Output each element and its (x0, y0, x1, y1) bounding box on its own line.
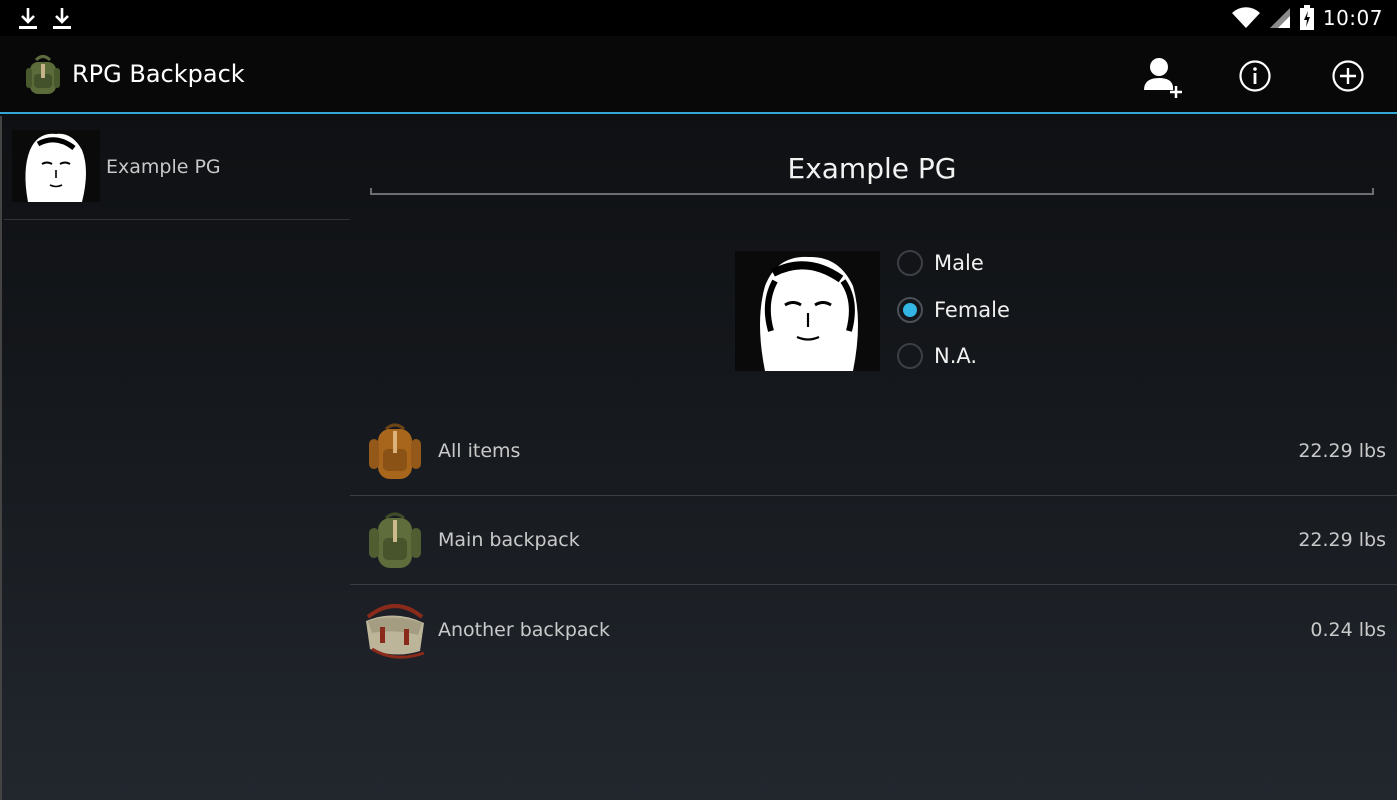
gender-radio-na[interactable]: N.A. (897, 343, 977, 369)
clock: 10:07 (1322, 6, 1383, 30)
status-bar: 10:07 (0, 0, 1397, 36)
character-list: Example PG (0, 116, 350, 800)
radio-button[interactable] (897, 343, 923, 369)
backpack-weight: 0.24 lbs (1310, 618, 1386, 641)
list-item-all-items[interactable]: All items 22.29 lbs (350, 407, 1397, 496)
info-button[interactable] (1231, 52, 1279, 100)
character-name: Example PG (106, 156, 221, 178)
backpack-weight: 22.29 lbs (1298, 529, 1386, 551)
download-icon (19, 8, 37, 29)
list-item-another-backpack[interactable]: Another backpack 0.24 lbs (350, 585, 1397, 674)
list-item-main-backpack[interactable]: Main backpack 22.29 lbs (350, 496, 1397, 585)
title-divider (370, 188, 1374, 195)
page-title: Example PG (787, 152, 957, 185)
radio-button[interactable] (897, 297, 923, 323)
radio-label: Male (934, 251, 984, 275)
portrait-icon (12, 130, 100, 202)
system-status: 10:07 (1231, 5, 1383, 31)
backpack-name: Main backpack (438, 529, 580, 551)
add-circle-icon (1332, 60, 1364, 92)
radio-label: Female (934, 298, 1010, 322)
character-portrait[interactable] (735, 251, 880, 371)
backpack-name: All items (438, 440, 521, 462)
app-title: RPG Backpack (72, 60, 245, 88)
radio-label: N.A. (934, 344, 978, 368)
signal-icon (1269, 8, 1290, 28)
download-icon (53, 8, 71, 29)
add-character-icon (1144, 58, 1182, 98)
brown-backpack-icon (369, 423, 421, 479)
add-backpack-button[interactable] (1324, 52, 1372, 100)
gender-radio-male[interactable]: Male (897, 250, 984, 276)
radio-button[interactable] (897, 250, 923, 276)
backpack-weight: 22.29 lbs (1298, 440, 1386, 462)
green-backpack-icon (369, 512, 421, 568)
info-icon (1239, 60, 1271, 92)
wifi-icon (1231, 7, 1260, 28)
satchel-icon (366, 604, 425, 659)
add-character-button[interactable] (1138, 52, 1186, 100)
gender-radio-female[interactable]: Female (897, 297, 1010, 323)
battery-icon (1299, 5, 1314, 30)
notification-icons (18, 6, 72, 30)
list-item-character[interactable]: Example PG (4, 128, 350, 220)
backpack-icon[interactable] (24, 54, 62, 98)
action-bar: RPG Backpack (0, 36, 1397, 114)
backpack-name: Another backpack (438, 618, 611, 641)
